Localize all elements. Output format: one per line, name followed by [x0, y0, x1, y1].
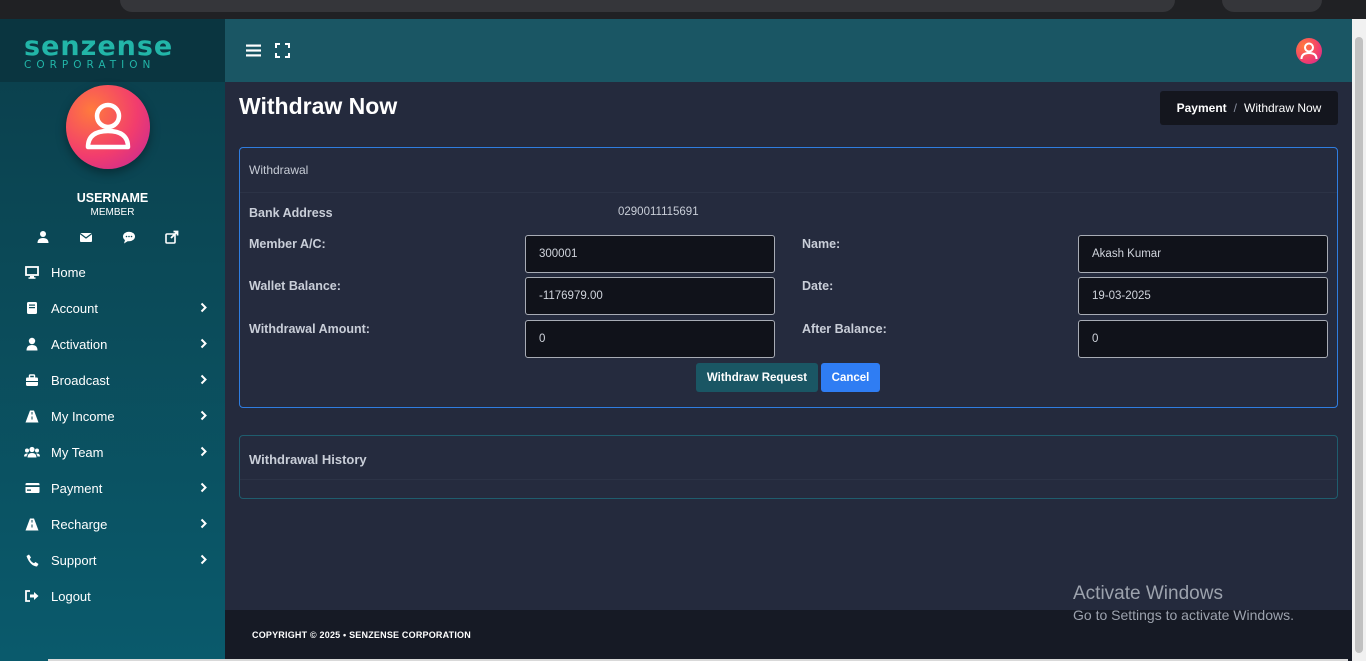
- sidebar-item-recharge[interactable]: Recharge: [0, 506, 225, 542]
- sidebar-item-label: My Income: [51, 408, 115, 424]
- sidebar-item-support[interactable]: Support: [0, 542, 225, 578]
- windows-activation-watermark: Activate Windows Go to Settings to activ…: [1073, 583, 1294, 623]
- briefcase-icon: [24, 372, 40, 388]
- top-bar: [225, 19, 1352, 82]
- breadcrumb: Payment / Withdraw Now: [1160, 91, 1338, 125]
- road-icon: [24, 516, 40, 532]
- sidebar-item-activation[interactable]: Activation: [0, 326, 225, 362]
- watermark-subtitle: Go to Settings to activate Windows.: [1073, 607, 1294, 623]
- breadcrumb-current: Withdraw Now: [1244, 101, 1322, 115]
- sidebar-item-broadcast[interactable]: Broadcast: [0, 362, 225, 398]
- withdrawal-amount-label: Withdrawal Amount:: [249, 322, 370, 336]
- withdrawal-history-header: Withdrawal History: [240, 436, 1337, 480]
- sidebar-item-label: Recharge: [51, 516, 108, 532]
- chevron-right-icon: [200, 554, 207, 565]
- sidebar-item-label: Account: [51, 300, 98, 316]
- page-scrollbar[interactable]: [1352, 19, 1366, 661]
- after-balance-field[interactable]: 0: [1078, 320, 1328, 358]
- credit-card-icon: [24, 480, 40, 496]
- browser-address-bar[interactable]: [120, 0, 1175, 12]
- after-balance-label: After Balance:: [802, 322, 887, 336]
- cancel-button[interactable]: Cancel: [821, 363, 880, 392]
- sidebar-item-label: Logout: [51, 588, 91, 604]
- chevron-right-icon: [200, 374, 207, 385]
- copyright-text: COPYRIGHT © 2025 • SENZENSE CORPORATION: [252, 630, 471, 640]
- date-label: Date:: [802, 279, 834, 293]
- sidebar: senzense CORPORATION USERNAME MEMBER Hom…: [0, 19, 225, 661]
- name-label: Name:: [802, 237, 841, 251]
- sidebar-menu: Home Account Activation Broadcast My Inc…: [0, 254, 225, 614]
- book-icon: [24, 300, 40, 316]
- browser-nav-buttons[interactable]: [18, 0, 108, 12]
- member-ac-field[interactable]: 300001: [525, 235, 775, 273]
- chevron-right-icon: [200, 338, 207, 349]
- sidebar-item-payment[interactable]: Payment: [0, 470, 225, 506]
- withdrawal-history-card: Withdrawal History: [239, 435, 1338, 499]
- date-field[interactable]: 19-03-2025: [1078, 277, 1328, 315]
- users-icon: [24, 444, 40, 460]
- user-avatar[interactable]: [66, 85, 150, 169]
- logo-wordmark: senzense: [24, 31, 174, 62]
- member-ac-label: Member A/C:: [249, 237, 326, 251]
- withdrawal-form-card: Withdrawal Bank Address 0290011115691 Me…: [239, 147, 1338, 408]
- sidebar-item-home[interactable]: Home: [0, 254, 225, 290]
- browser-profile-button[interactable]: [1222, 0, 1322, 12]
- chat-icon[interactable]: [122, 230, 136, 244]
- bank-address-value: 0290011115691: [618, 206, 699, 218]
- user-role: MEMBER: [90, 207, 135, 218]
- sidebar-item-label: Activation: [51, 336, 108, 352]
- chevron-right-icon: [200, 410, 207, 421]
- share-icon[interactable]: [165, 230, 179, 244]
- browser-tab-strip: [0, 0, 1366, 19]
- profile-avatar[interactable]: [1296, 38, 1322, 64]
- sign-out-icon: [24, 588, 40, 604]
- road-icon: [24, 408, 40, 424]
- mail-icon[interactable]: [79, 230, 93, 244]
- chevron-right-icon: [200, 446, 207, 457]
- fullscreen-icon[interactable]: [275, 43, 290, 63]
- chevron-right-icon: [200, 302, 207, 313]
- withdrawal-card-header: Withdrawal: [240, 148, 1337, 193]
- sidebar-item-account[interactable]: Account: [0, 290, 225, 326]
- monitor-icon: [24, 264, 40, 280]
- phone-icon: [24, 552, 40, 568]
- page-title: Withdraw Now: [239, 93, 398, 119]
- sidebar-item-label: Payment: [51, 480, 103, 496]
- withdrawal-amount-field[interactable]: 0: [525, 320, 775, 358]
- withdraw-request-button[interactable]: Withdraw Request: [696, 363, 818, 392]
- wallet-balance-field[interactable]: -1176979.00: [525, 277, 775, 315]
- sidebar-item-logout[interactable]: Logout: [0, 578, 225, 614]
- chevron-right-icon: [200, 482, 207, 493]
- user-avatar-icon: [85, 102, 131, 150]
- brand-logo[interactable]: senzense CORPORATION: [0, 19, 225, 82]
- bank-address-label: Bank Address: [249, 206, 333, 220]
- watermark-title: Activate Windows: [1073, 583, 1223, 604]
- sidebar-item-label: Broadcast: [51, 372, 110, 388]
- name-field[interactable]: Akash Kumar: [1078, 235, 1328, 273]
- user-icon[interactable]: [36, 230, 50, 244]
- breadcrumb-parent[interactable]: Payment: [1177, 101, 1227, 115]
- user-icon: [1300, 42, 1318, 60]
- breadcrumb-separator: /: [1233, 101, 1237, 115]
- scrollbar-thumb[interactable]: [1355, 37, 1363, 653]
- sidebar-item-my-team[interactable]: My Team: [0, 434, 225, 470]
- sidebar-item-label: Support: [51, 552, 97, 568]
- sidebar-item-label: Home: [51, 264, 86, 280]
- wallet-balance-label: Wallet Balance:: [249, 279, 341, 293]
- logo-subtitle: CORPORATION: [24, 59, 156, 71]
- menu-toggle-icon[interactable]: [246, 44, 261, 62]
- chevron-right-icon: [200, 518, 207, 529]
- user-icon: [24, 336, 40, 352]
- sidebar-item-label: My Team: [51, 444, 104, 460]
- sidebar-item-my-income[interactable]: My Income: [0, 398, 225, 434]
- username: USERNAME: [76, 191, 149, 205]
